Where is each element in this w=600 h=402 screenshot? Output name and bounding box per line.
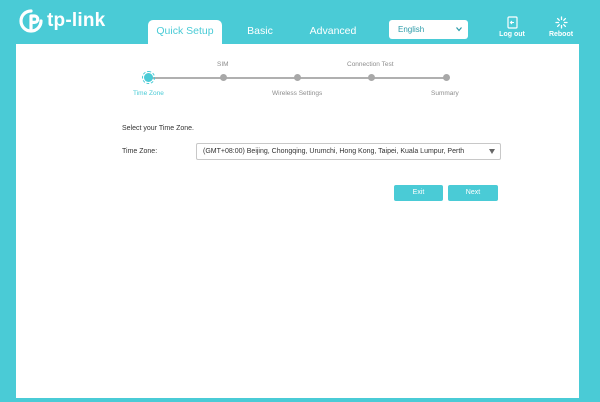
logout-button[interactable]: Log out — [492, 16, 532, 38]
exit-button[interactable]: Exit — [394, 185, 443, 201]
step-label-time-zone: Time Zone — [133, 90, 164, 97]
reboot-label: Reboot — [548, 31, 574, 38]
chevron-down-icon — [456, 27, 462, 32]
step-label-wireless-settings: Wireless Settings — [272, 90, 323, 97]
tp-link-logo[interactable]: tp-link — [18, 8, 105, 34]
wizard-progress: Time Zone SIM Wireless Settings Connecti… — [16, 44, 579, 104]
step-label-sim: SIM — [217, 61, 229, 68]
step-dot-connection-test[interactable] — [368, 74, 375, 81]
logout-icon — [506, 16, 518, 29]
step-dot-time-zone[interactable] — [144, 73, 153, 82]
step-dot-wireless-settings[interactable] — [294, 74, 301, 81]
timezone-select[interactable]: (GMT+08:00) Beijing, Chongqing, Urumchi,… — [196, 143, 501, 160]
language-select[interactable]: English — [389, 20, 468, 39]
step-dot-sim[interactable] — [220, 74, 227, 81]
brand-name: tp-link — [47, 10, 106, 31]
tab-basic[interactable]: Basic — [236, 20, 284, 44]
tab-quick-setup[interactable]: Quick Setup — [148, 20, 222, 44]
logout-label: Log out — [499, 31, 525, 38]
step-label-summary: Summary — [431, 90, 459, 97]
next-button[interactable]: Next — [448, 185, 498, 201]
step-label-connection-test: Connection Test — [347, 61, 394, 68]
tp-link-logo-icon — [18, 8, 44, 34]
dropdown-arrow-icon — [489, 149, 495, 154]
top-header: tp-link Quick Setup Basic Advanced Engli… — [0, 0, 600, 44]
timezone-label: Time Zone: — [122, 148, 158, 155]
step-dot-summary[interactable] — [443, 74, 450, 81]
quick-setup-panel: Time Zone SIM Wireless Settings Connecti… — [16, 44, 579, 398]
section-title: Select your Time Zone. — [122, 125, 194, 132]
timezone-selected-value: (GMT+08:00) Beijing, Chongqing, Urumchi,… — [203, 148, 465, 155]
reboot-icon — [554, 16, 568, 29]
reboot-button[interactable]: Reboot — [541, 16, 581, 38]
tab-advanced[interactable]: Advanced — [302, 20, 364, 44]
language-selected-value: English — [398, 25, 425, 34]
